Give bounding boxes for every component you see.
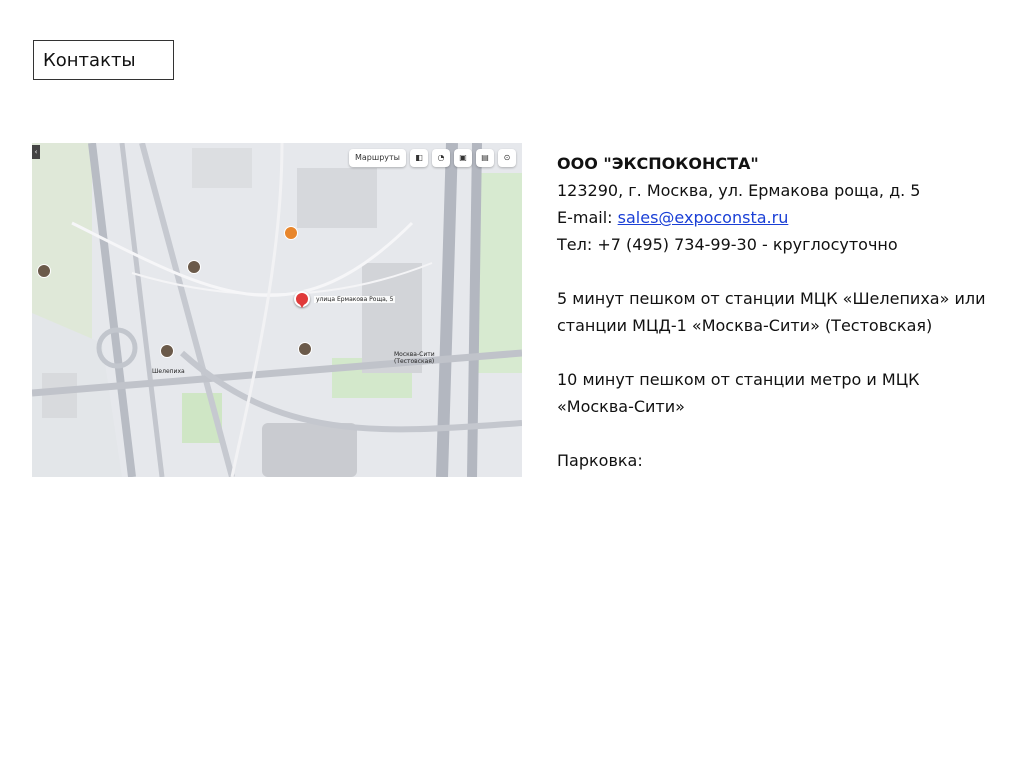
panorama-icon[interactable]: ▣ bbox=[454, 149, 472, 167]
email-prefix: E-mail: bbox=[557, 208, 618, 227]
map-poi-icon[interactable] bbox=[298, 342, 312, 356]
destination-pin-icon[interactable] bbox=[294, 291, 310, 308]
transport-icon[interactable]: ▤ bbox=[476, 149, 494, 167]
map-station-label: (Тестовская) bbox=[394, 358, 435, 365]
map-collapse-arrow[interactable]: ‹ bbox=[32, 145, 40, 159]
layers-icon[interactable]: ◧ bbox=[410, 149, 428, 167]
email-link[interactable]: sales@expoconsta.ru bbox=[618, 208, 789, 227]
contact-info: ООО "ЭКСПОКОНСТА" 123290, г. Москва, ул.… bbox=[557, 150, 997, 474]
traffic-icon[interactable]: ◔ bbox=[432, 149, 450, 167]
ruler-icon[interactable]: ⊙ bbox=[498, 149, 516, 167]
directions-mck: 5 минут пешком от станции МЦК «Шелепиха»… bbox=[557, 289, 986, 335]
map-poi-icon[interactable] bbox=[284, 226, 298, 240]
directions-metro: 10 минут пешком от станции метро и МЦК «… bbox=[557, 370, 920, 416]
parking: Парковка: bbox=[557, 451, 643, 470]
destination-label: улица Ермакова Роща, 5 bbox=[314, 296, 396, 303]
phone: Тел: +7 (495) 734-99-30 - круглосуточно bbox=[557, 235, 898, 254]
map-poi-icon[interactable] bbox=[160, 344, 174, 358]
map-poi-icon[interactable] bbox=[187, 260, 201, 274]
map-poi-icon[interactable] bbox=[37, 264, 51, 278]
map-toolbar: Маршруты ◧ ◔ ▣ ▤ ⊙ bbox=[349, 148, 516, 168]
slide-title: Контакты bbox=[33, 40, 174, 80]
routes-button[interactable]: Маршруты bbox=[349, 149, 406, 167]
company-name: ООО "ЭКСПОКОНСТА" bbox=[557, 154, 759, 173]
map-background bbox=[32, 143, 522, 477]
address: 123290, г. Москва, ул. Ермакова роща, д.… bbox=[557, 181, 921, 200]
email-line: E-mail: sales@expoconsta.ru bbox=[557, 204, 997, 231]
map-station-label: Шелепиха bbox=[152, 368, 185, 375]
map-screenshot[interactable]: ‹ Маршруты ◧ ◔ ▣ ▤ ⊙ улица Ермакова Роща… bbox=[32, 143, 522, 477]
